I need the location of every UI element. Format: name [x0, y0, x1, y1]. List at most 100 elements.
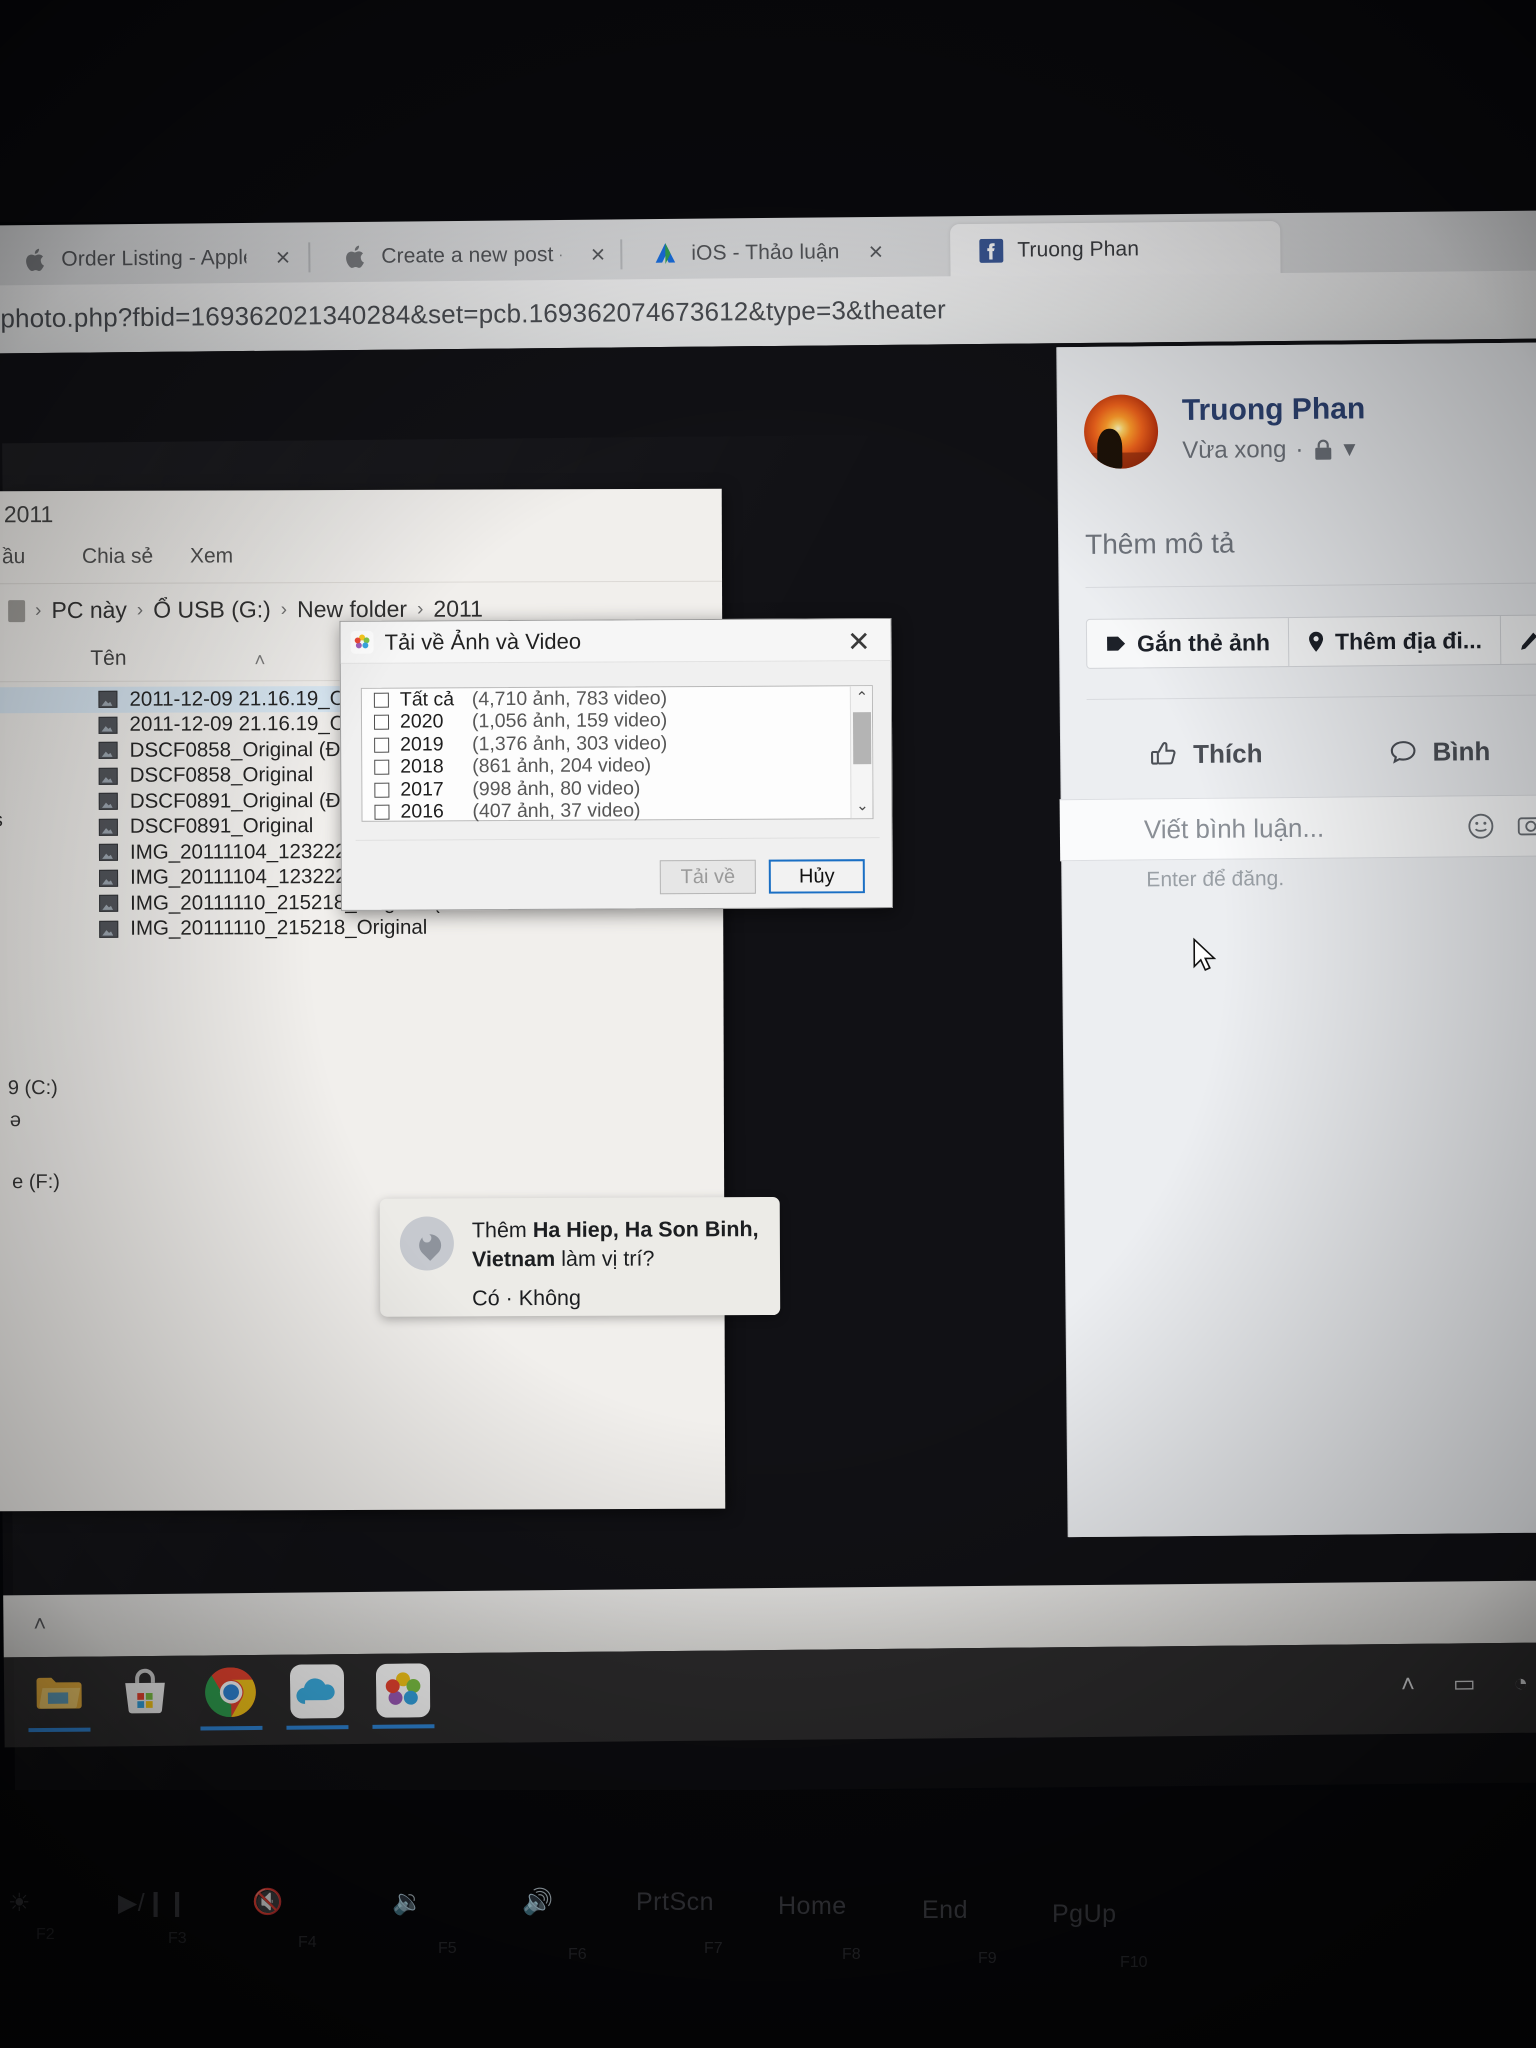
scroll-up-icon[interactable]: ⌃	[851, 688, 873, 708]
browser-tab-label: Truong Phan	[1017, 237, 1140, 262]
checkbox[interactable]	[374, 804, 390, 820]
chrome-icon	[205, 1667, 256, 1717]
browser-tab-label: Create a new post - Apple Com	[381, 242, 562, 268]
comment-input-placeholder[interactable]: Viết bình luận...	[1144, 811, 1466, 845]
icloud-icon	[289, 1664, 345, 1719]
tab-close-icon[interactable]: ×	[276, 243, 291, 272]
breadcrumb-item-folder[interactable]: New folder	[297, 596, 407, 623]
tray-expand-icon[interactable]: ˄	[1401, 1670, 1415, 1698]
key-f5-volume-down[interactable]: 🔉	[392, 1888, 424, 1917]
ribbon-tab-share[interactable]: Chia sẻ	[82, 545, 153, 569]
taskbar-file-explorer[interactable]	[28, 1667, 91, 1733]
checkbox[interactable]	[374, 737, 390, 753]
shelf-caret-icon[interactable]: ˄	[33, 1611, 46, 1637]
tray-network-icon[interactable]: ◔	[1513, 1669, 1528, 1697]
taskbar-microsoft-store[interactable]	[118, 1666, 173, 1721]
browser-tab-3-active[interactable]: Truong Phan	[950, 221, 1281, 279]
list-item[interactable]: 2019 (1,376 ảnh, 303 video)	[362, 731, 872, 756]
checkbox[interactable]	[373, 692, 389, 708]
item-label: 2017	[400, 778, 444, 801]
year-selection-list[interactable]: Tất cả (4,710 ảnh, 783 video) 2020 (1,05…	[360, 685, 874, 824]
mouse-cursor	[1193, 937, 1217, 971]
download-button[interactable]: Tải về	[659, 859, 756, 895]
item-label: 2018	[400, 755, 444, 778]
checkbox[interactable]	[374, 759, 390, 775]
engagement-row: Thích Bình	[1087, 714, 1536, 791]
running-indicator	[28, 1727, 91, 1733]
add-location-button[interactable]: Thêm địa đi...	[1288, 615, 1502, 667]
checkbox[interactable]	[373, 714, 390, 730]
key-f7-prtscn[interactable]: PrtScn	[636, 1888, 714, 1917]
sidebar-fragment-2[interactable]: 9 (C:)	[8, 1077, 58, 1100]
sidebar-fragment-4[interactable]: e (F:)	[12, 1171, 60, 1194]
browser-tab-label: Order Listing - Apple	[61, 246, 247, 271]
column-header-name[interactable]: Tên	[90, 647, 126, 671]
chevron-down-icon[interactable]: ▾	[1343, 434, 1355, 463]
lock-icon[interactable]	[1312, 437, 1334, 461]
screen-bezel-top	[0, 0, 1536, 222]
taskbar-icloud[interactable]	[286, 1664, 349, 1730]
key-f4-mute[interactable]: 🔇	[252, 1888, 284, 1917]
checkbox[interactable]	[374, 782, 390, 798]
cancel-button[interactable]: Hủy	[768, 859, 865, 894]
image-file-icon	[98, 818, 118, 836]
key-f5-sub: F5	[438, 1940, 457, 1957]
breadcrumb-item-usb[interactable]: Ổ USB (G:)	[153, 596, 271, 623]
key-f6-volume-up[interactable]: 🔊	[522, 1888, 554, 1917]
browser-tab-2[interactable]: iOS - Thảo luận ×	[630, 224, 941, 281]
tab-separator	[620, 239, 623, 270]
like-button[interactable]: Thích	[1149, 738, 1263, 770]
author-name[interactable]: Truong Phan	[1182, 392, 1366, 427]
key-f8-home[interactable]: Home	[778, 1892, 847, 1921]
browser-tab-1[interactable]: Create a new post - Apple Com ×	[320, 227, 616, 284]
key-f9-end[interactable]: End	[922, 1896, 968, 1925]
tab-close-icon[interactable]: ×	[868, 237, 883, 266]
dialog-titlebar: Tải về Ảnh và Video ✕	[340, 619, 891, 664]
ribbon-tab-view[interactable]: Xem	[190, 544, 233, 568]
list-item[interactable]: 2018 (861 ảnh, 204 video)	[362, 754, 872, 779]
close-icon[interactable]: ✕	[841, 626, 877, 658]
camera-icon[interactable]	[1516, 811, 1536, 841]
comment-button[interactable]: Bình	[1388, 736, 1490, 768]
key-f6-sub: F6	[568, 1946, 587, 1963]
key-f2-brightness[interactable]: ☀	[8, 1888, 31, 1918]
item-counts: (407 ảnh, 37 video)	[472, 799, 641, 823]
ribbon-tab-home[interactable]: ầu	[2, 545, 25, 569]
comment-bubble-icon	[1391, 741, 1416, 764]
toast-yes-link[interactable]: Có	[472, 1286, 500, 1310]
scrollbar-thumb[interactable]	[852, 712, 872, 765]
key-f10-pgup[interactable]: PgUp	[1052, 1900, 1117, 1929]
scrollbar[interactable]: ⌃ ⌄	[849, 686, 873, 819]
image-file-icon	[98, 716, 118, 734]
edit-button[interactable]: C	[1501, 615, 1536, 664]
list-item[interactable]: 2017 (998 ảnh, 80 video)	[362, 776, 872, 801]
list-item[interactable]: 2016 (407 ảnh, 37 video)	[362, 799, 872, 824]
location-suggestion-toast[interactable]: Thêm Ha Hiep, Ha Son Binh, Vietnam làm v…	[379, 1196, 781, 1317]
avatar[interactable]	[1083, 394, 1159, 469]
tray-battery-icon[interactable]: ▭	[1453, 1669, 1476, 1698]
emoji-icon[interactable]	[1466, 811, 1496, 841]
taskbar-chrome[interactable]	[200, 1665, 263, 1731]
tag-photo-button[interactable]: Gắn thẻ ảnh	[1086, 618, 1290, 668]
list-item[interactable]: Tất cả (4,710 ảnh, 783 video)	[362, 686, 872, 711]
sort-caret-icon: ˄	[254, 650, 266, 672]
toast-no-link[interactable]: Không	[519, 1286, 581, 1310]
taskbar-icloud-photos[interactable]	[372, 1663, 435, 1729]
breadcrumb-item-pc[interactable]: PC này	[51, 597, 127, 624]
browser-tab-0[interactable]: Order Listing - Apple ×	[0, 230, 301, 287]
like-label: Thích	[1193, 737, 1263, 769]
drive-icon	[8, 599, 26, 622]
facebook-photo-sidebar: Truong Phan Vừa xong · ▾ Thêm mô tả Gắn …	[1057, 342, 1536, 1538]
download-photos-dialog[interactable]: Tải về Ảnh và Video ✕ Tất cả (4,710 ảnh,…	[339, 618, 1217, 971]
divider	[355, 837, 880, 841]
tab-close-icon[interactable]: ×	[591, 240, 606, 269]
scroll-down-icon[interactable]: ⌄	[851, 796, 873, 816]
add-description-field[interactable]: Thêm mô tả	[1085, 528, 1235, 561]
file-row[interactable]: IMG_20111110_215218_Original	[0, 914, 723, 942]
sidebar-fragment-3[interactable]: ə	[10, 1109, 21, 1132]
comment-composer[interactable]: Viết bình luận...	[1059, 794, 1536, 862]
tag-icon	[1107, 636, 1126, 651]
list-item[interactable]: 2020 (1,056 ảnh, 159 video)	[362, 709, 872, 734]
key-f3-playpause[interactable]: ▶/❙❙	[118, 1888, 188, 1918]
breadcrumb-item-2011[interactable]: 2011	[433, 596, 483, 623]
